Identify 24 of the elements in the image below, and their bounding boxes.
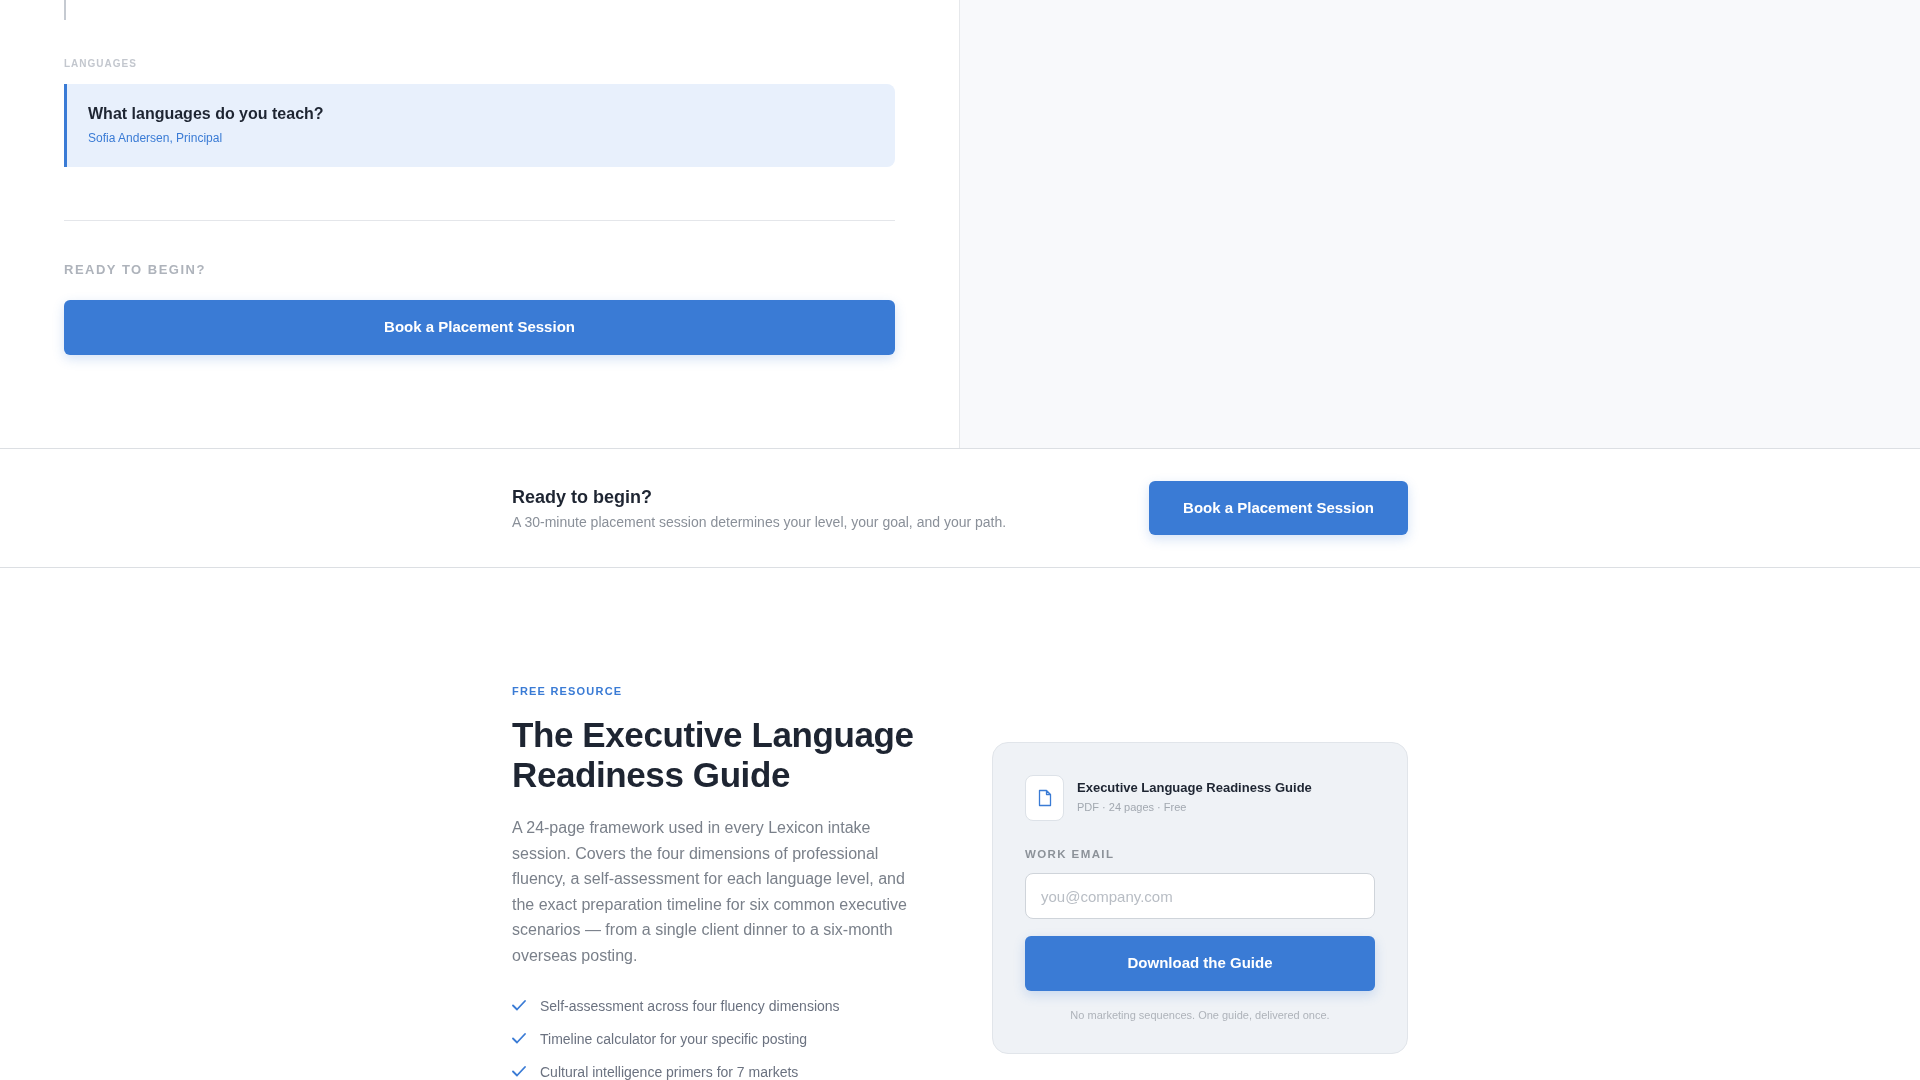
section-label: LANGUAGES — [64, 57, 138, 71]
resource-title: The Executive Language Readiness Guide — [512, 715, 915, 795]
resource-description: A 24-page framework used in every Lexicon intake session. Covers the four dimensions of professional fluency, a self-assessment for each language level, and the exact preparation timeline for six common executive scenarios — from a single client dinner to a six-month overseas posting. — [512, 818, 908, 966]
faq-question: What languages do you teach? — [88, 104, 325, 124]
file-meta: PDF · 24 pages · Free — [1077, 800, 1188, 814]
field-label: WORK EMAIL — [1025, 847, 1116, 861]
cta-subtitle: A 30-minute placement session determines your level, your goal, and your path. — [512, 512, 1007, 531]
privacy-note: No marketing sequences. One guide, delivered once. — [1069, 1008, 1331, 1022]
eyebrow-label: FREE RESOURCE — [512, 684, 624, 699]
check-icon — [512, 1033, 526, 1045]
feature-text: Cultural intelligence primers for 7 markets — [540, 1062, 799, 1080]
download-button[interactable]: Download the Guide — [1025, 936, 1375, 991]
check-icon — [512, 1066, 526, 1078]
book-session-button[interactable]: Book a Placement Session — [64, 300, 895, 355]
feature-text: Timeline calculator for your specific posting — [540, 1029, 808, 1049]
document-icon — [1025, 775, 1064, 821]
file-title: Executive Language Readiness Guide — [1077, 780, 1312, 796]
cta-title: Ready to begin? — [512, 485, 653, 508]
check-icon — [512, 1000, 526, 1012]
cta-label: READY TO BEGIN? — [64, 262, 207, 278]
email-field[interactable]: you@company.com — [1025, 873, 1375, 919]
feature-text: Self-assessment across four fluency dimensions — [540, 996, 840, 1016]
faq-author: Sofia Andersen, Principal — [88, 130, 224, 146]
book-session-button[interactable]: Book a Placement Session — [1149, 481, 1408, 535]
